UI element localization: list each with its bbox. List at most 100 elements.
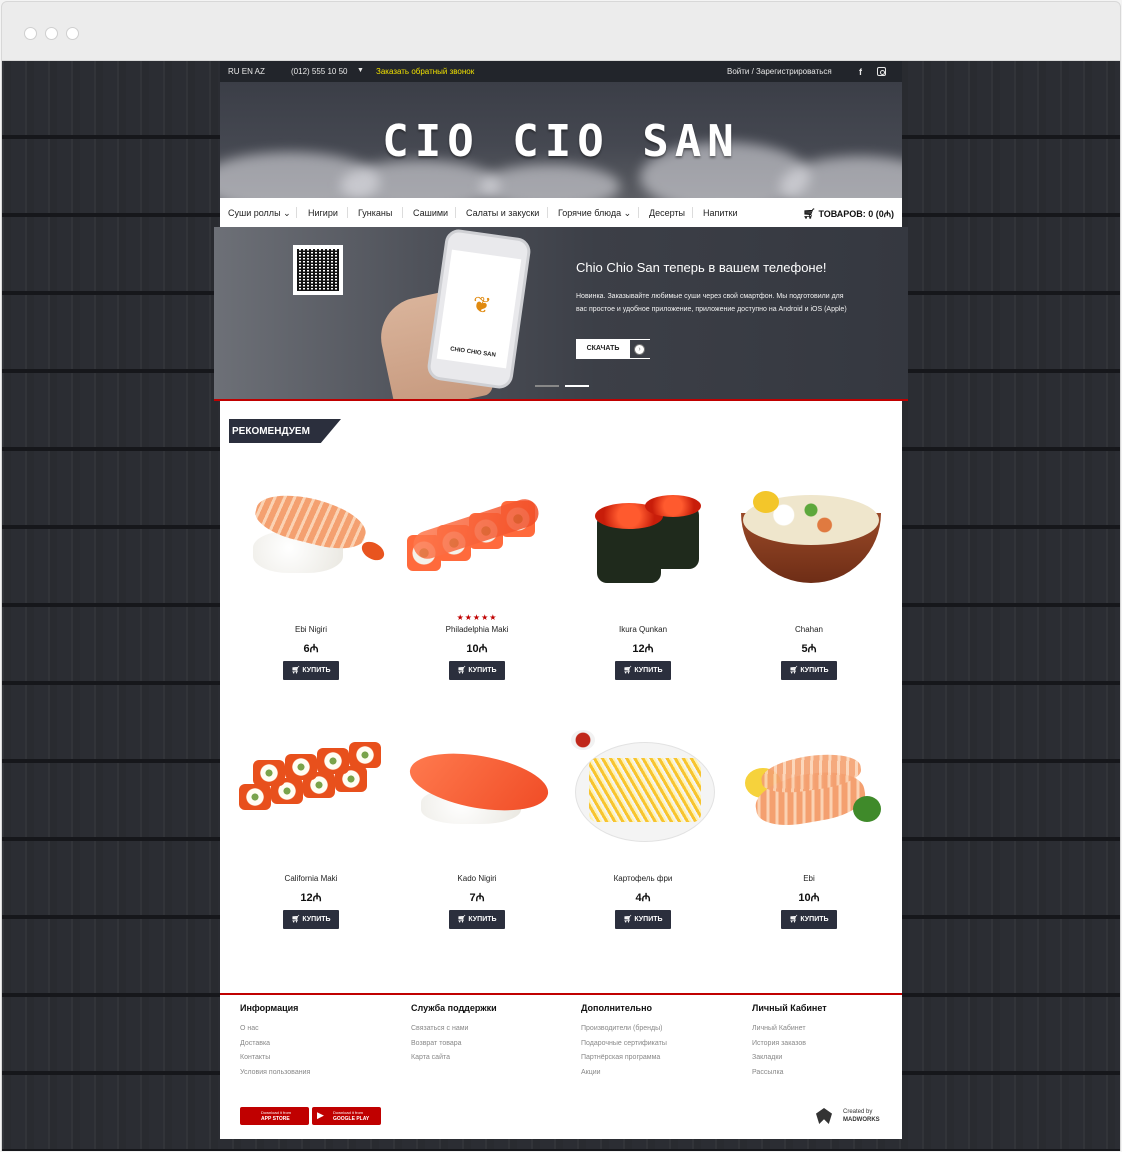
nav-divider xyxy=(638,207,639,218)
footer-heading: Личный Кабинет xyxy=(752,1003,827,1013)
nav-item-nigiri[interactable]: Нигири xyxy=(308,208,338,218)
footer-link[interactable]: Рассылка xyxy=(752,1066,912,1081)
product-card[interactable]: Kado Nigiri 7₼ 🛒︎ КУПИТЬ xyxy=(397,722,557,929)
app-store-button[interactable]: Download it from APP STORE xyxy=(240,1107,309,1125)
buy-button[interactable]: 🛒︎ КУПИТЬ xyxy=(781,910,837,929)
nav-divider xyxy=(347,207,348,218)
product-price: 4₼ xyxy=(635,892,651,904)
facebook-icon[interactable]: f xyxy=(859,67,862,77)
buy-label: КУПИТЬ xyxy=(468,667,497,674)
product-name[interactable]: Ebi Nigiri xyxy=(231,625,391,637)
rating-stars xyxy=(397,862,557,872)
product-image-ikura-qunkan[interactable] xyxy=(565,473,721,603)
product-card[interactable]: Картофель фри 4₼ 🛒︎ КУПИТЬ xyxy=(563,722,723,929)
window-dot xyxy=(45,27,58,40)
banner-title: Chio Chio San теперь в вашем телефоне! xyxy=(576,260,827,275)
nav-item-sashimi[interactable]: Сашими xyxy=(413,208,448,218)
product-card[interactable]: ★★★★★ Philadelphia Maki 10₼ 🛒︎ КУПИТЬ xyxy=(397,473,557,680)
buy-button[interactable]: 🛒︎ КУПИТЬ xyxy=(449,910,505,929)
product-image-ebi-nigiri[interactable] xyxy=(233,473,389,603)
chevron-down-icon[interactable]: ▼ xyxy=(357,67,364,74)
nav-item-gunkans[interactable]: Гунканы xyxy=(358,208,392,218)
footer-link[interactable]: Подарочные сертификаты xyxy=(581,1037,741,1052)
nav-divider xyxy=(296,207,297,218)
product-image-kado-nigiri[interactable] xyxy=(399,722,555,852)
nav-item-desserts[interactable]: Десерты xyxy=(649,208,685,218)
footer-link[interactable]: Возврат товара xyxy=(411,1037,571,1052)
slider-dot[interactable] xyxy=(535,385,559,387)
window-dot xyxy=(24,27,37,40)
download-button[interactable]: СКАЧАТЬ › xyxy=(576,339,650,359)
buy-button[interactable]: 🛒︎ КУПИТЬ xyxy=(781,661,837,680)
footer-link[interactable]: Связаться с нами xyxy=(411,1022,571,1037)
buy-button[interactable]: 🛒︎ КУПИТЬ xyxy=(283,910,339,929)
google-play-button[interactable]: ▶ Download it from GOOGLE PLAY xyxy=(312,1107,381,1125)
footer-link[interactable]: Партнёрская программа xyxy=(581,1051,741,1066)
product-name[interactable]: Chahan xyxy=(729,625,889,637)
footer-link[interactable]: Контакты xyxy=(240,1051,400,1066)
product-image-ebi[interactable] xyxy=(731,722,887,852)
callback-link[interactable]: Заказать обратный звонок xyxy=(376,67,474,76)
nav-divider xyxy=(402,207,403,218)
language-switcher[interactable]: RU EN AZ xyxy=(228,67,265,76)
nav-item-salads[interactable]: Салаты и закуски xyxy=(466,208,539,218)
cart-summary: ТОВАРОВ: 0 (0₼) xyxy=(818,209,894,219)
login-link[interactable]: Войти / Зарегистрироваться xyxy=(727,67,832,76)
buy-button[interactable]: 🛒︎ КУПИТЬ xyxy=(449,661,505,680)
madworks-logo-icon xyxy=(816,1108,832,1124)
product-card[interactable]: Chahan 5₼ 🛒︎ КУПИТЬ xyxy=(729,473,889,680)
product-image-california-maki[interactable] xyxy=(233,722,389,852)
footer-link[interactable]: Закладки xyxy=(752,1051,912,1066)
footer-link[interactable]: Условия пользования xyxy=(240,1066,400,1081)
store-name: GOOGLE PLAY xyxy=(333,1116,370,1122)
site-footer: Информация О нас Доставка Контакты Услов… xyxy=(220,993,902,1139)
product-image-french-fries[interactable] xyxy=(565,722,721,852)
product-card[interactable]: California Maki 12₼ 🛒︎ КУПИТЬ xyxy=(231,722,391,929)
product-price: 10₼ xyxy=(466,643,488,655)
product-card[interactable]: Ikura Qunkan 12₼ 🛒︎ КУПИТЬ xyxy=(563,473,723,680)
nav-divider xyxy=(455,207,456,218)
product-name[interactable]: Картофель фри xyxy=(563,874,723,886)
product-image-chahan[interactable] xyxy=(731,473,887,603)
footer-link[interactable]: Доставка xyxy=(240,1037,400,1052)
nav-divider xyxy=(692,207,693,218)
instagram-icon[interactable] xyxy=(877,67,886,76)
store-caption: Download it from xyxy=(333,1110,364,1115)
footer-link[interactable]: Производители (бренды) xyxy=(581,1022,741,1037)
nav-label: Горячие блюда xyxy=(558,208,622,218)
nav-item-hot-dishes[interactable]: Горячие блюда ⌄ xyxy=(558,208,631,219)
site-logo[interactable]: CIO CIO SAN xyxy=(220,116,902,167)
product-name[interactable]: Kado Nigiri xyxy=(397,874,557,886)
store-caption: Download it from xyxy=(261,1110,292,1115)
product-card[interactable]: Ebi Nigiri 6₼ 🛒︎ КУПИТЬ xyxy=(231,473,391,680)
footer-link[interactable]: Карта сайта xyxy=(411,1051,571,1066)
product-card[interactable]: Ebi 10₼ 🛒︎ КУПИТЬ xyxy=(729,722,889,929)
product-name[interactable]: California Maki xyxy=(231,874,391,886)
footer-link[interactable]: О нас xyxy=(240,1022,400,1037)
site-header: CIO CIO SAN xyxy=(220,82,902,198)
nav-item-drinks[interactable]: Напитки xyxy=(703,208,738,218)
product-name[interactable]: Ebi xyxy=(729,874,889,886)
product-name[interactable]: Philadelphia Maki xyxy=(397,625,557,637)
footer-link[interactable]: Личный Кабинет xyxy=(752,1022,912,1037)
slider-dot-active[interactable] xyxy=(565,385,589,387)
footer-link[interactable]: История заказов xyxy=(752,1037,912,1052)
phone-number: (012) 555 10 50 xyxy=(291,67,348,76)
footer-column-support: Служба поддержки Связаться с нами Возвра… xyxy=(411,1003,571,1066)
nav-item-sushi-rolls[interactable]: Суши роллы ⌄ xyxy=(228,208,291,219)
footer-column-info: Информация О нас Доставка Контакты Услов… xyxy=(240,1003,400,1080)
recommended-heading: РЕКОМЕНДУЕМ xyxy=(229,419,341,443)
footer-link[interactable]: Акции xyxy=(581,1066,741,1081)
product-name[interactable]: Ikura Qunkan xyxy=(563,625,723,637)
cart-icon: 🛒︎ xyxy=(802,209,816,220)
buy-button[interactable]: 🛒︎ КУПИТЬ xyxy=(615,910,671,929)
phone-brand-text: CHIO CHIO SAN xyxy=(449,346,497,359)
buy-button[interactable]: 🛒︎ КУПИТЬ xyxy=(283,661,339,680)
buy-label: КУПИТЬ xyxy=(634,916,663,923)
rating-stars xyxy=(729,613,889,623)
product-image-philadelphia-maki[interactable] xyxy=(399,473,555,603)
rating-stars xyxy=(729,862,889,872)
browser-chrome xyxy=(1,1,1121,61)
buy-button[interactable]: 🛒︎ КУПИТЬ xyxy=(615,661,671,680)
cart-button[interactable]: 🛒︎ ТОВАРОВ: 0 (0₼) xyxy=(803,207,894,220)
